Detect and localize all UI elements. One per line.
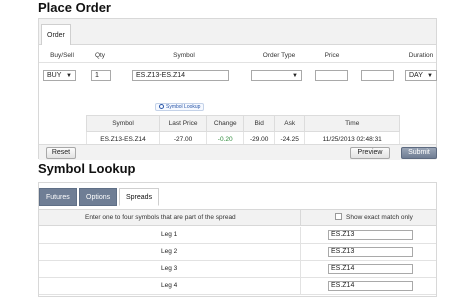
quote-header-bid: Bid [243,115,275,132]
col-header-duration: Duration [408,52,434,59]
order-tabbar: Order [39,19,436,45]
header-divider [39,62,436,63]
quote-header-last-price: Last Price [159,115,208,132]
quote-header-time: Time [304,115,400,132]
order-type-select[interactable]: ▼ [251,70,302,81]
list-item: Leg 1 ES.Z13 [39,227,436,244]
spread-header: Enter one to four symbols that are part … [39,209,436,226]
buy-sell-select[interactable]: BUY ▼ [43,70,76,81]
leg-3-input[interactable]: ES.Z14 [328,264,413,274]
tab-order[interactable]: Order [41,24,71,45]
spread-instruction: Enter one to four symbols that are part … [85,214,236,221]
divider [300,210,301,226]
tab-options[interactable]: Options [79,188,117,206]
quote-header-change: Change [206,115,245,132]
place-order-panel: Order Buy/Sell Qty Symbol Order Type Pri… [38,18,437,160]
exact-match-label: Show exact match only [346,214,413,221]
divider [300,278,301,294]
list-item: Leg 2 ES.Z13 [39,244,436,261]
symbol-lookup-link[interactable]: Symbol Lookup [155,103,205,111]
col-header-qty: Qty [94,52,106,59]
tab-spreads[interactable]: Spreads [119,188,159,206]
divider [300,261,301,277]
col-header-order-type: Order Type [262,52,296,59]
preview-button[interactable]: Preview [350,147,390,159]
leg-4-input[interactable]: ES.Z14 [328,281,413,291]
chevron-down-icon: ▼ [66,73,72,79]
buy-sell-value: BUY [47,72,62,79]
quote-header-symbol: Symbol [85,115,161,132]
chevron-down-icon: ▼ [292,73,298,79]
stop-price-input[interactable] [361,70,394,81]
search-icon [159,104,164,109]
quote-header-ask: Ask [273,115,306,132]
leg-label: Leg 4 [161,282,178,289]
divider [300,227,301,243]
tab-futures[interactable]: Futures [39,188,77,206]
reset-button[interactable]: Reset [46,147,76,159]
symbol-input[interactable]: ES.Z13-ES.Z14 [132,70,229,81]
order-action-bar: Reset Preview Submit [39,144,437,160]
duration-select[interactable]: DAY ▼ [405,70,437,81]
symbol-lookup-panel: Futures Options Spreads Enter one to fou… [38,182,437,297]
leg-1-input[interactable]: ES.Z13 [328,230,413,240]
submit-button[interactable]: Submit [401,147,437,159]
col-header-buy-sell: Buy/Sell [50,52,74,59]
col-header-symbol: Symbol [173,52,195,59]
list-item: Leg 4 ES.Z14 [39,278,436,295]
leg-label: Leg 3 [161,265,178,272]
leg-label: Leg 2 [161,248,178,255]
qty-input[interactable]: 1 [91,70,111,81]
price-input[interactable] [315,70,348,81]
duration-value: DAY [409,72,423,79]
divider [300,244,301,260]
leg-2-input[interactable]: ES.Z13 [328,247,413,257]
exact-match-checkbox[interactable] [335,213,342,220]
page-title: Place Order [38,0,111,15]
leg-label: Leg 1 [161,231,178,238]
symbol-lookup-title: Symbol Lookup [38,161,136,176]
col-header-price: Price [324,52,340,59]
list-item: Leg 3 ES.Z14 [39,261,436,278]
chevron-down-icon: ▼ [427,73,433,79]
